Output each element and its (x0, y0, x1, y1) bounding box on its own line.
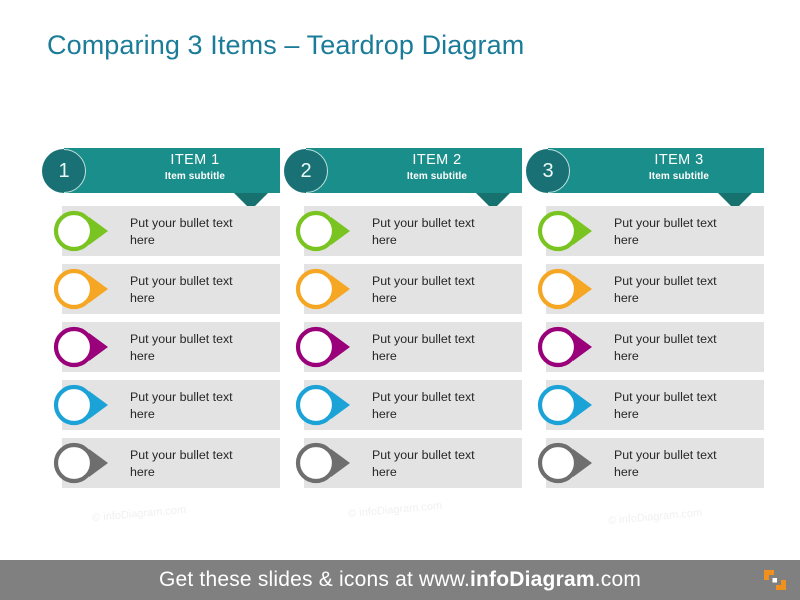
bullet-row-list: Put your bullet text here Put your bullet… (526, 206, 764, 496)
bullet-text: Put your bullet text here (372, 332, 475, 363)
column-header-texts: ITEM 3 Item subtitle (598, 151, 760, 184)
watermark: © infoDiagram.com (607, 506, 703, 528)
bullet-text: Put your bullet text here (372, 274, 475, 305)
bullet-row[interactable]: Put your bullet text here (526, 438, 764, 488)
bullet-row[interactable]: Put your bullet text here (42, 206, 280, 256)
bullet-row[interactable]: Put your bullet text here (526, 380, 764, 430)
bullet-text: Put your bullet text here (130, 274, 233, 305)
footer-text-lead: Get these slides & icons at www. (158, 568, 470, 591)
bullet-text: Put your bullet text here (614, 390, 717, 421)
column-header-1[interactable]: ITEM 1 Item subtitle (64, 148, 280, 210)
bullet-text: Put your bullet text here (130, 390, 233, 421)
bullet-text: Put your bullet text here (130, 332, 233, 363)
column-header-2[interactable]: ITEM 2 Item subtitle (306, 148, 522, 210)
teardrop-icon (293, 267, 363, 311)
bullet-text: Put your bullet text here (372, 216, 475, 247)
bullet-row[interactable]: Put your bullet text here (284, 264, 522, 314)
column-header-texts: ITEM 2 Item subtitle (356, 151, 518, 184)
column-header-texts: ITEM 1 Item subtitle (114, 151, 276, 184)
bullet-row-list: Put your bullet text here Put your bullet… (42, 206, 280, 496)
bullet-text: Put your bullet text here (614, 332, 717, 363)
bullet-row[interactable]: Put your bullet text here (42, 380, 280, 430)
teardrop-icon (51, 267, 121, 311)
item-column-3: ITEM 3 Item subtitle 3 Put your bullet text… (526, 148, 764, 488)
column-subtitle: Item subtitle (406, 171, 468, 182)
bullet-text: Put your bullet text here (130, 216, 233, 247)
bullet-text: Put your bullet text here (614, 274, 717, 305)
bullet-row[interactable]: Put your bullet text here (284, 206, 522, 256)
bullet-text: Put your bullet text here (372, 390, 475, 421)
column-title: ITEM 1 (170, 152, 220, 168)
teardrop-icon (535, 441, 605, 485)
bullet-row[interactable]: Put your bullet text here (526, 322, 764, 372)
teardrop-icon (51, 383, 121, 427)
teardrop-icon (535, 383, 605, 427)
page-title: Comparing 3 Items – Teardrop Diagram (47, 30, 525, 60)
teardrop-icon (51, 325, 121, 369)
bullet-row[interactable]: Put your bullet text here (284, 438, 522, 488)
column-subtitle: Item subtitle (648, 171, 710, 182)
footer-brand-name: infoDiagram (470, 568, 595, 591)
column-header-3[interactable]: ITEM 3 Item subtitle (548, 148, 764, 210)
bullet-text: Put your bullet text here (130, 448, 233, 479)
teardrop-icon (293, 209, 363, 253)
slide-canvas: Comparing 3 Items – Teardrop Diagram ITE… (0, 0, 800, 600)
bullet-row[interactable]: Put your bullet text here (42, 264, 280, 314)
teardrop-icon (535, 209, 605, 253)
item-column-1: ITEM 1 Item subtitle 1 Put your bullet text… (42, 148, 280, 488)
teardrop-icon (51, 441, 121, 485)
footer-text-tail: .com (594, 568, 642, 591)
item-column-2: ITEM 2 Item subtitle 2 Put your bullet text… (284, 148, 522, 488)
bullet-text: Put your bullet text here (614, 448, 717, 479)
footer-text: Get these slides & icons at www.infoDiag… (0, 568, 800, 592)
watermark: © infoDiagram.com (347, 499, 443, 521)
teardrop-icon (535, 267, 605, 311)
footer-bar: Get these slides & icons at www.infoDiag… (0, 560, 800, 600)
bullet-row[interactable]: Put your bullet text here (42, 322, 280, 372)
teardrop-icon (293, 383, 363, 427)
teardrop-icon (293, 441, 363, 485)
bullet-row-list: Put your bullet text here Put your bullet… (284, 206, 522, 496)
bullet-row[interactable]: Put your bullet text here (284, 380, 522, 430)
bullet-row[interactable]: Put your bullet text here (526, 206, 764, 256)
watermark: © infoDiagram.com (91, 503, 187, 525)
bullet-text: Put your bullet text here (372, 448, 475, 479)
bullet-row[interactable]: Put your bullet text here (284, 322, 522, 372)
bullet-row[interactable]: Put your bullet text here (526, 264, 764, 314)
column-title: ITEM 3 (654, 152, 704, 168)
teardrop-icon (51, 209, 121, 253)
infodiagram-logo-icon (762, 568, 788, 592)
column-title: ITEM 2 (412, 152, 462, 168)
teardrop-icon (535, 325, 605, 369)
teardrop-icon (293, 325, 363, 369)
bullet-row[interactable]: Put your bullet text here (42, 438, 280, 488)
column-subtitle: Item subtitle (164, 171, 226, 182)
bullet-text: Put your bullet text here (614, 216, 717, 247)
